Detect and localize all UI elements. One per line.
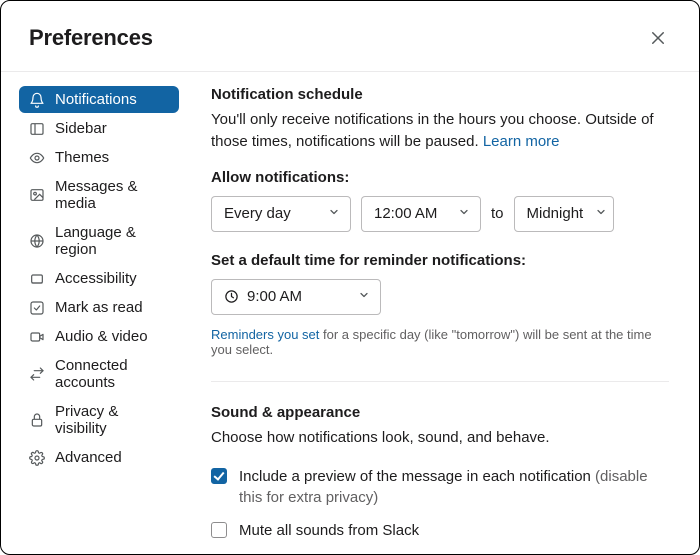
sidebar-item-messages-media[interactable]: Messages & media: [19, 173, 179, 217]
eye-icon: [29, 150, 45, 166]
chevron-down-icon: [358, 288, 370, 305]
page-title: Preferences: [29, 25, 153, 51]
reminder-hint: Reminders you set for a specific day (li…: [211, 327, 669, 357]
sidebar-item-label: Themes: [55, 149, 109, 166]
sidebar-item-label: Audio & video: [55, 328, 148, 345]
chevron-down-icon: [595, 205, 607, 222]
preferences-sidebar: Notifications Sidebar Themes Messages & med…: [1, 72, 191, 554]
sidebar-item-label: Advanced: [55, 449, 122, 466]
lock-icon: [29, 412, 45, 428]
swap-icon: [29, 366, 45, 382]
section-desc-schedule: You'll only receive notifications in the…: [211, 109, 669, 153]
sidebar-item-advanced[interactable]: Advanced: [19, 444, 179, 471]
video-icon: [29, 329, 45, 345]
close-button[interactable]: [641, 21, 675, 55]
sidebar-item-notifications[interactable]: Notifications: [19, 86, 179, 113]
globe-icon: [29, 233, 45, 249]
sidebar-item-label: Connected accounts: [55, 357, 169, 391]
preview-checkbox-label: Include a preview of the message in each…: [239, 466, 669, 508]
preferences-content[interactable]: Notification schedule You'll only receiv…: [191, 72, 699, 554]
sidebar-item-audio-video[interactable]: Audio & video: [19, 323, 179, 350]
check-icon: [29, 300, 45, 316]
gear-icon: [29, 450, 45, 466]
chevron-down-icon: [328, 205, 340, 222]
bell-icon: [29, 92, 45, 108]
close-icon: [649, 29, 667, 47]
sidebar-item-connected-accounts[interactable]: Connected accounts: [19, 352, 179, 396]
sidebar-item-accessibility[interactable]: Accessibility: [19, 265, 179, 292]
clock-icon: [224, 289, 239, 304]
reminder-time-select[interactable]: 9:00 AM: [211, 279, 381, 315]
section-title-schedule: Notification schedule: [211, 86, 669, 103]
sidebar-item-sidebar[interactable]: Sidebar: [19, 115, 179, 142]
reminders-you-set-link[interactable]: Reminders you set: [211, 327, 319, 342]
sidebar-item-label: Privacy & visibility: [55, 403, 169, 437]
sidebar-item-mark-as-read[interactable]: Mark as read: [19, 294, 179, 321]
mute-checkbox-label: Mute all sounds from Slack: [239, 520, 419, 541]
to-label: to: [491, 205, 504, 222]
sidebar-item-label: Accessibility: [55, 270, 137, 287]
sidebar-item-label: Mark as read: [55, 299, 143, 316]
allow-end-time-select[interactable]: Midnight: [514, 196, 614, 232]
image-icon: [29, 187, 45, 203]
sidebar-item-label: Sidebar: [55, 120, 107, 137]
learn-more-link[interactable]: Learn more: [483, 133, 560, 150]
sidebar-item-label: Language & region: [55, 224, 169, 258]
chevron-down-icon: [458, 205, 470, 222]
sidebar-item-privacy-visibility[interactable]: Privacy & visibility: [19, 398, 179, 442]
divider: [211, 381, 669, 382]
allow-day-select[interactable]: Every day: [211, 196, 351, 232]
preview-checkbox[interactable]: [211, 468, 227, 484]
sidebar-item-language-region[interactable]: Language & region: [19, 219, 179, 263]
section-desc-sound: Choose how notifications look, sound, an…: [211, 427, 669, 449]
allow-notifications-label: Allow notifications:: [211, 169, 669, 186]
sidebar-item-themes[interactable]: Themes: [19, 144, 179, 171]
section-title-sound: Sound & appearance: [211, 404, 669, 421]
mute-checkbox[interactable]: [211, 522, 227, 538]
sidebar-item-label: Notifications: [55, 91, 137, 108]
allow-start-time-select[interactable]: 12:00 AM: [361, 196, 481, 232]
reminder-default-label: Set a default time for reminder notifica…: [211, 252, 669, 269]
sidebar-icon: [29, 121, 45, 137]
sidebar-item-label: Messages & media: [55, 178, 169, 212]
accessibility-icon: [29, 271, 45, 287]
